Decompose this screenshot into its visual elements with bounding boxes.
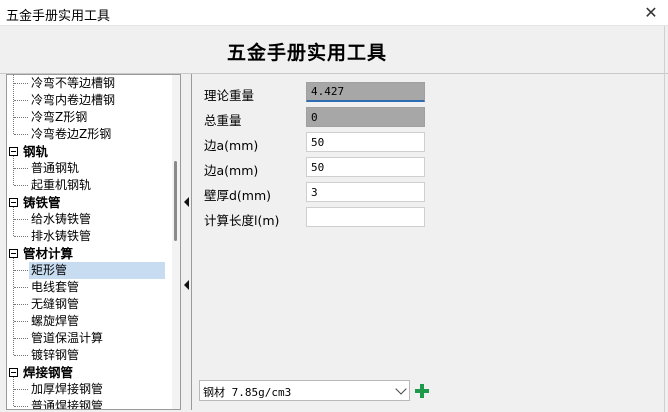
material-select-value: 钢材 7.85g/cm3 [203,386,292,399]
tree-connector [14,100,28,101]
tree-connector [14,304,28,305]
tree-item-label: 起重机钢轨 [31,178,92,192]
tree-connector [14,338,28,339]
tree-connector [13,377,14,406]
field-input[interactable] [306,82,425,102]
tree-item-label: 管道保温计算 [31,331,104,345]
tree-connector [14,236,28,237]
tree-item-label: 冷弯Z形钢 [31,110,88,124]
collapse-minus-icon[interactable] [9,368,18,377]
tree-connector [13,258,14,355]
tree-item-label: 普通钢轨 [31,161,80,175]
tree-connector [14,355,28,356]
plus-icon[interactable] [414,383,430,399]
field-label: 总重量 [204,113,242,128]
header: 五金手册实用工具 [0,26,668,74]
category-tree[interactable]: 冷弯不等边槽钢 冷弯内卷边槽钢 冷弯Z形钢冷弯卷边Z形钢钢轨普通钢轨起重机钢轨铸铁管… [6,74,181,410]
material-select[interactable]: 钢材 7.85g/cm3 [199,380,410,401]
tree-item-label: 矩形管 [29,262,165,279]
field-input[interactable] [306,157,425,177]
tree-connector [13,75,14,134]
field-input[interactable] [306,182,425,202]
field-input[interactable] [306,132,425,152]
field-label: 边a(mm) [204,138,259,153]
tree-item-label: 普通焊接钢管 [31,399,104,410]
tree-item-label: 钢轨 [23,144,49,159]
panel-splitter[interactable] [184,74,190,410]
collapse-minus-icon[interactable] [9,147,18,156]
collapse-left-arrow-icon[interactable] [184,197,189,207]
tree-item-label: 焊接钢管 [23,365,74,380]
tree-connector [14,270,28,271]
field-label: 壁厚d(mm) [204,188,272,203]
tree-item-label: 给水铸铁管 [31,212,92,226]
tree-connector [14,168,28,169]
collapse-minus-icon[interactable] [9,198,18,207]
page-title: 五金手册实用工具 [226,42,387,64]
field-label: 理论重量 [204,88,255,103]
window-title: 五金手册实用工具 [6,9,111,24]
tree-connector [14,389,28,390]
collapse-minus-icon[interactable] [9,249,18,258]
tree-item-label: 电线套管 [31,280,80,294]
tree-item-label: 镀锌钢管 [31,348,80,362]
tree-item-label: 管材计算 [23,246,74,261]
field-label: 边a(mm) [204,163,259,178]
tree-connector [13,207,14,236]
tree-scrollbar-thumb[interactable] [174,161,177,241]
tree-connector [14,117,28,118]
tree-item-label: 冷弯不等边槽钢 [31,76,116,90]
collapse-left-arrow-icon[interactable] [184,280,189,290]
tree-connector [14,134,28,135]
field-input[interactable] [306,207,425,227]
field-label: 计算长度l(m) [204,213,280,228]
tree-item-label: 无缝钢管 [31,297,80,311]
tree-connector [14,406,28,407]
close-icon[interactable]: ✕ [634,0,668,26]
tree-scrollbar[interactable] [172,75,180,409]
tree-item-label: 冷弯内卷边槽钢 [31,93,116,107]
chevron-down-icon[interactable] [395,383,407,395]
tree-item-label: 加厚焊接钢管 [31,382,104,396]
panel-divider [191,74,192,410]
tree-connector [14,185,28,186]
tree-item-label: 螺旋焊管 [31,314,80,328]
tree-item-label: 铸铁管 [23,195,61,210]
field-input[interactable] [306,107,425,127]
tree-item-label: 冷弯卷边Z形钢 [31,127,112,141]
title-bar: 五金手册实用工具 ✕ [0,0,668,26]
window-edge [664,26,665,412]
tree-item-label: 排水铸铁管 [31,229,92,243]
tree-connector [14,83,28,84]
tree-connector [14,321,28,322]
tree-connector [13,156,14,185]
tree-connector [14,219,28,220]
tree-connector [14,287,28,288]
